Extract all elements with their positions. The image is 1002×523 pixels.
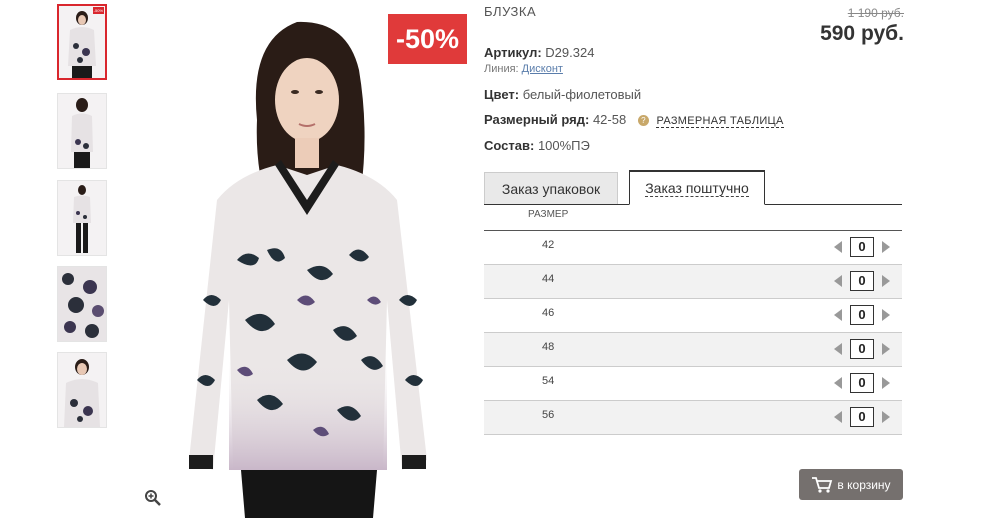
quantity-input[interactable]: 0	[850, 407, 874, 427]
thumbnail-badge: -50%	[92, 7, 104, 14]
quantity-stepper: 0	[834, 237, 890, 257]
tab-order-packs[interactable]: Заказ упаковок	[484, 172, 618, 204]
tab-order-packs-label: Заказ упаковок	[501, 180, 601, 197]
quantity-stepper: 0	[834, 407, 890, 427]
size-cell: 48	[542, 341, 555, 353]
size-range-value: 42-58	[592, 112, 627, 127]
size-cell: 42	[542, 239, 555, 251]
decrease-arrow-icon[interactable]	[834, 275, 842, 287]
thumbnail-1[interactable]: -50%	[57, 4, 107, 80]
line-row: Линия: Дисконт	[484, 63, 563, 75]
decrease-arrow-icon[interactable]	[834, 377, 842, 389]
composition-value: 100%ПЭ	[537, 138, 590, 153]
question-icon: ?	[637, 115, 649, 127]
add-to-cart-label: в корзину	[837, 477, 891, 492]
order-tabs: Заказ упаковок Заказ поштучно	[484, 170, 902, 205]
new-price: 590 руб.	[820, 22, 904, 45]
discount-badge: -50%	[388, 14, 467, 64]
increase-arrow-icon[interactable]	[882, 309, 890, 321]
increase-arrow-icon[interactable]	[882, 343, 890, 355]
size-cell: 54	[542, 375, 555, 387]
table-row: 44 0	[484, 265, 902, 299]
increase-arrow-icon[interactable]	[882, 241, 890, 253]
table-row: 42 0	[484, 231, 902, 265]
quantity-stepper: 0	[834, 271, 890, 291]
tab-order-pieces[interactable]: Заказ поштучно	[629, 170, 765, 205]
line-label: Линия:	[484, 63, 519, 75]
decrease-arrow-icon[interactable]	[834, 411, 842, 423]
article-value: D29.324	[545, 45, 595, 60]
table-row: 56 0	[484, 401, 902, 435]
zoom-in-icon[interactable]	[144, 489, 162, 507]
color-row: Цвет: белый-фиолетовый	[484, 87, 641, 102]
thumbnail-2[interactable]	[57, 93, 107, 169]
line-link[interactable]: Дисконт	[522, 63, 563, 75]
add-to-cart-button[interactable]: в корзину	[799, 469, 903, 500]
quantity-stepper: 0	[834, 305, 890, 325]
size-cell: 46	[542, 307, 555, 319]
product-main-image[interactable]	[137, 0, 470, 518]
table-row: 46 0	[484, 299, 902, 333]
size-cell: 56	[542, 409, 555, 421]
increase-arrow-icon[interactable]	[882, 275, 890, 287]
composition-label: Состав:	[484, 138, 535, 153]
increase-arrow-icon[interactable]	[882, 411, 890, 423]
size-cell: 44	[542, 273, 555, 285]
quantity-input[interactable]: 0	[850, 339, 874, 359]
increase-arrow-icon[interactable]	[882, 377, 890, 389]
table-row: 48 0	[484, 333, 902, 367]
thumbnail-5[interactable]	[57, 352, 107, 428]
thumbnail-4[interactable]	[57, 266, 107, 342]
quantity-input[interactable]: 0	[850, 271, 874, 291]
color-value: белый-фиолетовый	[522, 87, 642, 102]
decrease-arrow-icon[interactable]	[834, 241, 842, 253]
product-title: БЛУЗКА	[484, 4, 537, 19]
quantity-stepper: 0	[834, 373, 890, 393]
quantity-input[interactable]: 0	[850, 237, 874, 257]
quantity-input[interactable]: 0	[850, 305, 874, 325]
size-column-header: РАЗМЕР	[528, 209, 569, 220]
composition-row: Состав: 100%ПЭ	[484, 138, 590, 153]
decrease-arrow-icon[interactable]	[834, 309, 842, 321]
cart-icon	[812, 476, 833, 493]
article-label: Артикул:	[484, 45, 542, 60]
decrease-arrow-icon[interactable]	[834, 343, 842, 355]
color-label: Цвет:	[484, 87, 520, 102]
quantity-stepper: 0	[834, 339, 890, 359]
tab-order-pieces-label: Заказ поштучно	[645, 179, 749, 197]
size-range-row: Размерный ряд: 42-58 ? РАЗМЕРНАЯ ТАБЛИЦА	[484, 112, 784, 128]
quantity-input[interactable]: 0	[850, 373, 874, 393]
thumbnail-3[interactable]	[57, 180, 107, 256]
size-table-link[interactable]: РАЗМЕРНАЯ ТАБЛИЦА	[656, 115, 784, 128]
size-range-label: Размерный ряд:	[484, 112, 590, 127]
table-row: 54 0	[484, 367, 902, 401]
article-row: Артикул: D29.324	[484, 45, 594, 60]
old-price: 1 190 руб.	[847, 6, 904, 20]
